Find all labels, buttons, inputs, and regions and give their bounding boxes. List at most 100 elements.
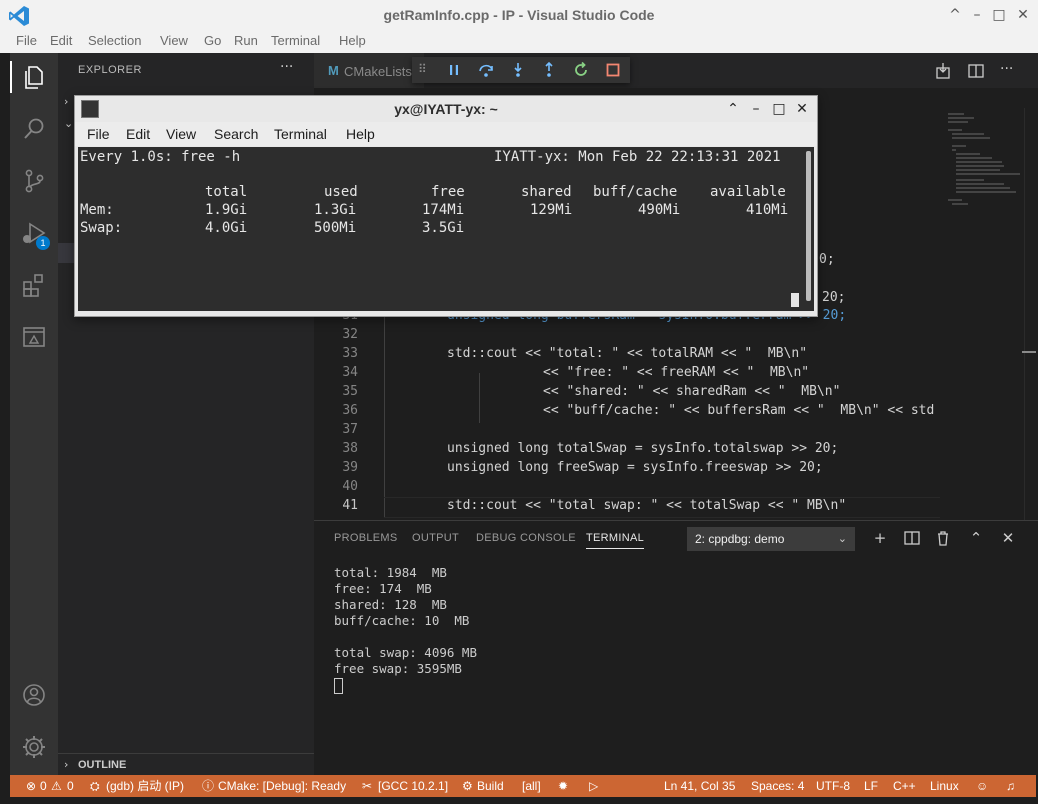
- error-count[interactable]: 0: [40, 775, 47, 797]
- line-number: 38: [342, 441, 358, 456]
- tools-icon: ✂: [362, 779, 373, 793]
- terminal-menu-view[interactable]: View: [166, 122, 196, 146]
- terminal-maximize-button[interactable]: □: [769, 99, 789, 119]
- selected-row-edge: [58, 243, 74, 263]
- explorer-more-icon[interactable]: ···: [280, 59, 293, 75]
- step-into-icon[interactable]: [508, 60, 528, 80]
- menu-edit[interactable]: Edit: [50, 31, 72, 53]
- line-number: 32: [342, 327, 358, 342]
- table-cell: 1.9Gi: [205, 202, 248, 218]
- chevron-down-icon[interactable]: ⌄: [64, 117, 73, 130]
- run-play-icon[interactable]: ▷: [589, 775, 598, 797]
- search-icon[interactable]: [20, 115, 48, 143]
- menu-help[interactable]: Help: [339, 31, 366, 53]
- menu-go[interactable]: Go: [204, 31, 221, 53]
- encoding[interactable]: UTF-8: [816, 775, 850, 797]
- split-editor-icon[interactable]: [967, 62, 985, 80]
- more-actions-icon[interactable]: ···: [1000, 61, 1013, 77]
- tab-problems[interactable]: PROBLEMS: [334, 532, 398, 544]
- menu-run[interactable]: Run: [234, 31, 258, 53]
- debug-config[interactable]: (gdb) 启动 (IP): [106, 775, 184, 797]
- tab-terminal[interactable]: TERMINAL: [586, 532, 645, 549]
- debug-bug-icon[interactable]: ✹: [558, 775, 568, 797]
- terminal-shade-button[interactable]: ⌃: [723, 99, 743, 119]
- step-out-icon[interactable]: [539, 60, 559, 80]
- terminal-screen[interactable]: Every 1.0s: free -h IYATT-yx: Mon Feb 22…: [78, 147, 804, 311]
- window-minimize-button[interactable]: –: [968, 6, 986, 24]
- account-icon[interactable]: [20, 681, 48, 709]
- notifications-bell-icon[interactable]: ♫: [1006, 775, 1015, 797]
- cursor-position[interactable]: Ln 41, Col 35: [664, 775, 735, 797]
- editor-scrollbar[interactable]: [1024, 108, 1038, 520]
- feedback-icon[interactable]: ☺: [976, 775, 988, 797]
- error-icon[interactable]: ⊗: [26, 775, 36, 797]
- window-restore-up-button[interactable]: ^: [946, 6, 964, 24]
- menu-terminal[interactable]: Terminal: [271, 31, 320, 53]
- debug-launch-icon[interactable]: ⛭: [90, 775, 100, 797]
- window-maximize-button[interactable]: □: [990, 6, 1008, 24]
- tab-output[interactable]: OUTPUT: [412, 532, 459, 544]
- terminal-menu-search[interactable]: Search: [214, 122, 258, 146]
- menu-selection[interactable]: Selection: [88, 31, 141, 53]
- tab-debug-console[interactable]: DEBUG CONSOLE: [476, 532, 576, 544]
- stop-icon[interactable]: [603, 60, 623, 80]
- window-titlebar: getRamInfo.cpp - IP - Visual Studio Code…: [0, 0, 1038, 31]
- terminal-menu-bar: File Edit View Search Terminal Help: [75, 122, 817, 146]
- window-close-button[interactable]: ✕: [1014, 6, 1032, 24]
- source-control-icon[interactable]: [20, 167, 48, 195]
- table-cell: 174Mi: [422, 202, 465, 218]
- open-changes-icon[interactable]: [934, 62, 952, 80]
- line-number: 39: [342, 460, 358, 475]
- close-panel-icon[interactable]: ✕: [998, 528, 1018, 548]
- terminal-select[interactable]: 2: cppdbg: demo ⌄: [687, 527, 855, 551]
- end-of-line[interactable]: LF: [864, 775, 878, 797]
- drag-handle-icon[interactable]: ⠿: [418, 62, 427, 76]
- tab-cmakelists[interactable]: M CMakeLists.: [314, 53, 424, 88]
- explorer-title: EXPLORER: [78, 64, 142, 76]
- menu-view[interactable]: View: [160, 31, 188, 53]
- maximize-panel-icon[interactable]: ⌃: [966, 528, 986, 548]
- terminal-minimize-button[interactable]: –: [746, 99, 766, 119]
- split-terminal-icon[interactable]: [902, 528, 922, 548]
- terminal-menu-help[interactable]: Help: [346, 122, 375, 146]
- language-mode[interactable]: C++: [893, 775, 916, 797]
- indentation[interactable]: Spaces: 4: [751, 775, 804, 797]
- cmake-kit[interactable]: [GCC 10.2.1]: [378, 775, 448, 797]
- terminal-scrollbar-thumb[interactable]: [806, 151, 811, 301]
- line-number: 37: [342, 422, 358, 437]
- cmake-file-icon: M: [328, 63, 339, 78]
- terminal-menu-terminal[interactable]: Terminal: [274, 122, 327, 146]
- terminal-menu-edit[interactable]: Edit: [126, 122, 150, 146]
- outline-label: OUTLINE: [78, 759, 127, 771]
- cmake-status[interactable]: CMake: [Debug]: Ready: [218, 775, 346, 797]
- pause-icon[interactable]: [444, 60, 464, 80]
- remote-explorer-icon[interactable]: [20, 323, 48, 351]
- terminal-close-button[interactable]: ✕: [792, 99, 812, 119]
- terminal-menu-file[interactable]: File: [87, 122, 110, 146]
- column-header: shared: [521, 184, 572, 200]
- warning-count[interactable]: 0: [67, 775, 74, 797]
- terminal-line: free swap: 3595MB: [334, 661, 462, 676]
- minimap[interactable]: [944, 110, 1026, 220]
- trash-icon[interactable]: [933, 528, 953, 548]
- floating-terminal-window[interactable]: yx@IYATT-yx: ~ ⌃ – □ ✕ File Edit View Se…: [74, 95, 818, 317]
- restart-icon[interactable]: [571, 60, 591, 80]
- build-button[interactable]: Build: [477, 775, 504, 797]
- code-fragment: 0;: [819, 252, 835, 267]
- warning-icon[interactable]: ⚠: [51, 775, 62, 797]
- new-terminal-icon[interactable]: +: [870, 528, 890, 548]
- column-header: buff/cache: [593, 184, 678, 200]
- chevron-right-icon[interactable]: ›: [64, 95, 68, 108]
- terminal-scrollbar[interactable]: [804, 147, 814, 311]
- manage-gear-icon[interactable]: [20, 733, 48, 761]
- extensions-icon[interactable]: [20, 271, 48, 299]
- terminal-line: buff/cache: 10 MB: [334, 613, 470, 628]
- build-target[interactable]: [all]: [522, 775, 541, 797]
- outline-section[interactable]: › OUTLINE: [58, 753, 314, 776]
- terminal-cursor: [334, 678, 343, 694]
- step-over-icon[interactable]: [476, 60, 496, 80]
- table-cell: 500Mi: [314, 220, 357, 236]
- platform[interactable]: Linux: [930, 775, 959, 797]
- menu-file[interactable]: File: [16, 31, 37, 53]
- files-icon[interactable]: [20, 63, 48, 91]
